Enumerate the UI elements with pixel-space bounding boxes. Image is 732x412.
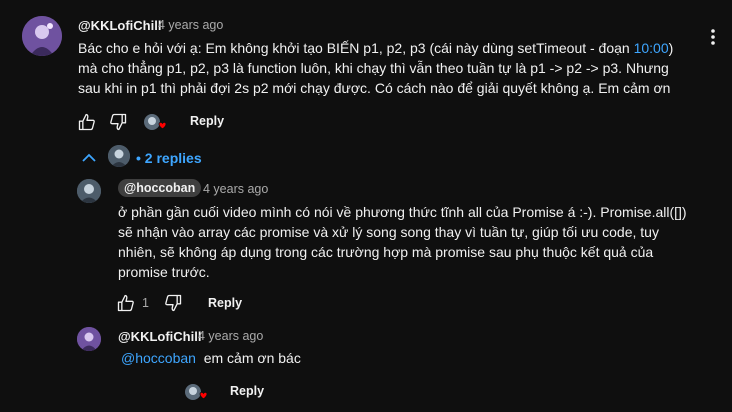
comment-text-part: Bác cho e hỏi với ạ: Em không khởi tạo B…: [78, 40, 634, 56]
reply-text: ở phần gần cuối video mình có nói về phư…: [118, 204, 687, 280]
dislike-button[interactable]: [108, 112, 128, 137]
like-count: 1: [142, 296, 149, 310]
thumbs-up-icon: [78, 113, 95, 131]
reply-time[interactable]: 4 years ago: [203, 182, 268, 196]
timestamp-link[interactable]: 10:00: [634, 40, 669, 56]
thumbs-up-icon: [117, 294, 134, 312]
like-button[interactable]: [116, 293, 136, 318]
thumbs-down-icon: [110, 113, 127, 131]
reply-button[interactable]: Reply: [190, 114, 224, 128]
thumbs-down-icon: [165, 294, 182, 312]
reply-time[interactable]: 4 years ago: [198, 329, 263, 343]
replies-toggle[interactable]: • 2 replies: [136, 150, 202, 166]
reply-button[interactable]: Reply: [230, 384, 264, 398]
like-button[interactable]: [77, 112, 97, 137]
reply-author-badge[interactable]: @hoccoban: [118, 179, 202, 197]
more-actions-icon[interactable]: [709, 28, 717, 46]
bullet-icon: •: [136, 150, 145, 166]
reply-author[interactable]: @KKLofiChill: [118, 329, 201, 344]
creator-heart-badge: [184, 383, 208, 403]
replies-count: 2 replies: [144, 150, 202, 166]
chevron-up-icon[interactable]: [80, 151, 98, 165]
creator-heart-badge: [143, 113, 167, 133]
comment-author[interactable]: @KKLofiChill: [78, 18, 161, 33]
avatar[interactable]: [77, 179, 101, 203]
avatar[interactable]: [77, 327, 101, 351]
reply-text-part: em cảm ơn bác: [203, 350, 301, 366]
replier-avatar: [108, 145, 130, 167]
comment-text: Bác cho e hỏi với ạ: Em không khởi tạo B…: [78, 38, 694, 98]
reply-text: @hoccoban em cảm ơn bác: [121, 348, 301, 368]
avatar[interactable]: [22, 16, 62, 56]
mention-link[interactable]: @hoccoban: [121, 350, 196, 366]
comment-time[interactable]: 4 years ago: [158, 18, 223, 32]
dislike-button[interactable]: [163, 293, 183, 318]
reply-button[interactable]: Reply: [208, 296, 242, 310]
